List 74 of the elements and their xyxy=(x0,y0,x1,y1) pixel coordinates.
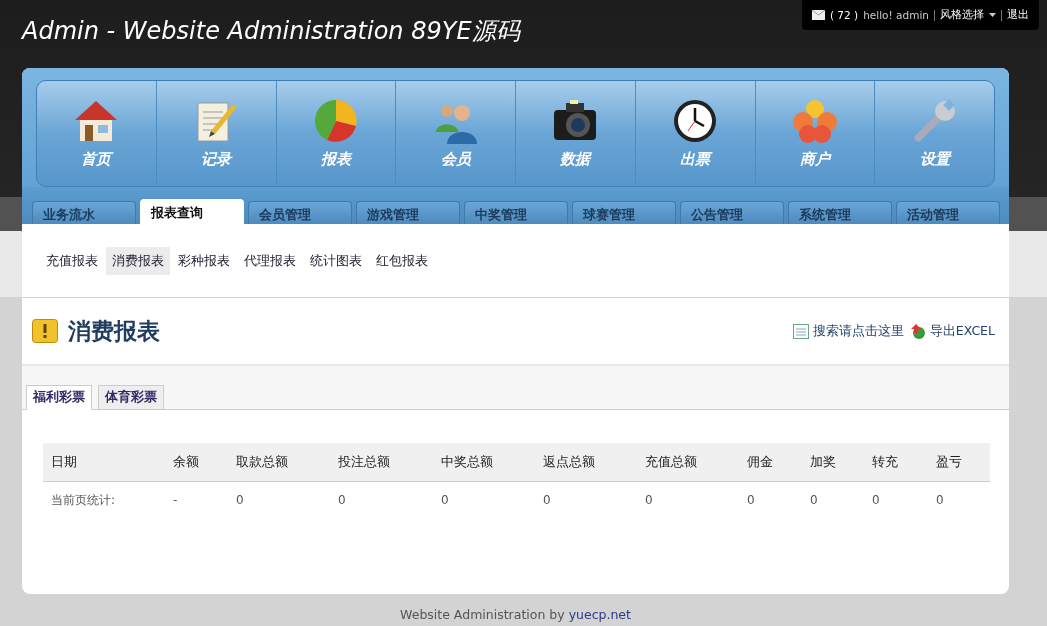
footer-link[interactable]: yuecp.net xyxy=(568,607,631,622)
column-header: 取款总额 xyxy=(235,453,289,471)
flower-icon xyxy=(791,98,838,144)
table-cell-text: 0 xyxy=(871,493,881,507)
table-cell-text: 0 xyxy=(337,493,347,507)
nav-item[interactable]: 会员 xyxy=(395,81,515,186)
search-link[interactable]: 搜索请点击这里 xyxy=(792,322,904,340)
table-cell-text: 0 xyxy=(809,493,819,507)
menu-tab[interactable]: 球赛管理 xyxy=(572,201,676,224)
column-header: 余额 xyxy=(172,453,200,471)
menu-tab[interactable]: 中奖管理 xyxy=(464,201,568,224)
table-cell-text: 0 xyxy=(935,493,945,507)
logout-link[interactable]: 退出 xyxy=(1007,8,1029,22)
table-cell-text: 当前页统计: xyxy=(50,491,117,509)
site-title: Admin - Website Administration 89YE源码 xyxy=(22,16,520,47)
nav-item[interactable]: 设置 xyxy=(874,81,994,186)
footer-text: Website Administration by xyxy=(400,607,566,622)
message-count[interactable]: ( 72 ) xyxy=(829,9,859,21)
subnav-link[interactable]: 代理报表 xyxy=(238,247,302,275)
subnav-link[interactable]: 消费报表 xyxy=(106,247,170,275)
table-cell-text: 0 xyxy=(440,493,450,507)
column-header: 加奖 xyxy=(809,453,837,471)
column-header: 返点总额 xyxy=(542,453,596,471)
nav-label: 会员 xyxy=(440,150,471,169)
nav-label: 首页 xyxy=(81,150,112,169)
column-header: 投注总额 xyxy=(337,453,391,471)
subnav-link[interactable]: 彩种报表 xyxy=(172,247,236,275)
table-cell-text: 0 xyxy=(542,493,552,507)
nav-item[interactable]: 出票 xyxy=(634,81,755,186)
column-header: 日期 xyxy=(50,453,78,471)
greeting-text: hello! admin xyxy=(863,9,929,21)
table-cell-text: 0 xyxy=(644,493,654,507)
menu-tab[interactable]: 系统管理 xyxy=(788,201,892,224)
nav-item[interactable]: 报表 xyxy=(275,81,396,186)
wrench-icon xyxy=(911,98,958,144)
nav-item[interactable]: 商户 xyxy=(754,81,875,186)
page-title: 消费报表 xyxy=(68,316,161,346)
nav-label: 数据 xyxy=(560,150,591,169)
warning-icon xyxy=(32,319,58,343)
menu-tab[interactable]: 活动管理 xyxy=(896,201,1000,224)
nav-item[interactable]: 数据 xyxy=(515,81,635,186)
nav-label: 报表 xyxy=(320,150,351,169)
column-header: 充值总额 xyxy=(644,453,698,471)
pie-chart-icon xyxy=(312,98,359,144)
menu-tab[interactable]: 报表查询 xyxy=(140,199,244,224)
menu-tab[interactable]: 会员管理 xyxy=(248,201,352,224)
nav-label: 出票 xyxy=(680,150,711,169)
menu-tab[interactable]: 业务流水 xyxy=(32,201,136,224)
subnav-link[interactable]: 统计图表 xyxy=(304,247,368,275)
menu-tab[interactable]: 公告管理 xyxy=(680,201,784,224)
nav-item[interactable]: 记录 xyxy=(155,81,276,186)
subnav-link[interactable]: 充值报表 xyxy=(40,247,104,275)
table-cell-text: 0 xyxy=(235,493,245,507)
column-header: 盈亏 xyxy=(935,453,963,471)
table-cell-text: - xyxy=(172,493,179,507)
nav-item[interactable]: 首页 xyxy=(37,81,156,186)
subnav-link[interactable]: 红包报表 xyxy=(370,247,434,275)
column-header: 佣金 xyxy=(746,453,774,471)
nav-label: 商户 xyxy=(799,150,830,169)
lottery-tab[interactable]: 体育彩票 xyxy=(98,385,164,409)
nav-label: 记录 xyxy=(201,150,232,169)
spreadsheet-icon xyxy=(792,323,809,339)
column-header: 转充 xyxy=(871,453,899,471)
nav-label: 设置 xyxy=(919,150,950,169)
export-icon xyxy=(909,323,926,339)
style-menu[interactable]: 风格选择 xyxy=(940,8,984,22)
lottery-tab[interactable]: 福利彩票 xyxy=(26,385,92,410)
table-cell-text: 0 xyxy=(746,493,756,507)
column-header: 中奖总额 xyxy=(440,453,494,471)
menu-tab[interactable]: 游戏管理 xyxy=(356,201,460,224)
envelope-icon[interactable] xyxy=(811,10,825,20)
clock-icon xyxy=(672,98,719,144)
export-link[interactable]: 导出EXCEL xyxy=(909,322,995,340)
caret-icon[interactable] xyxy=(989,13,996,17)
